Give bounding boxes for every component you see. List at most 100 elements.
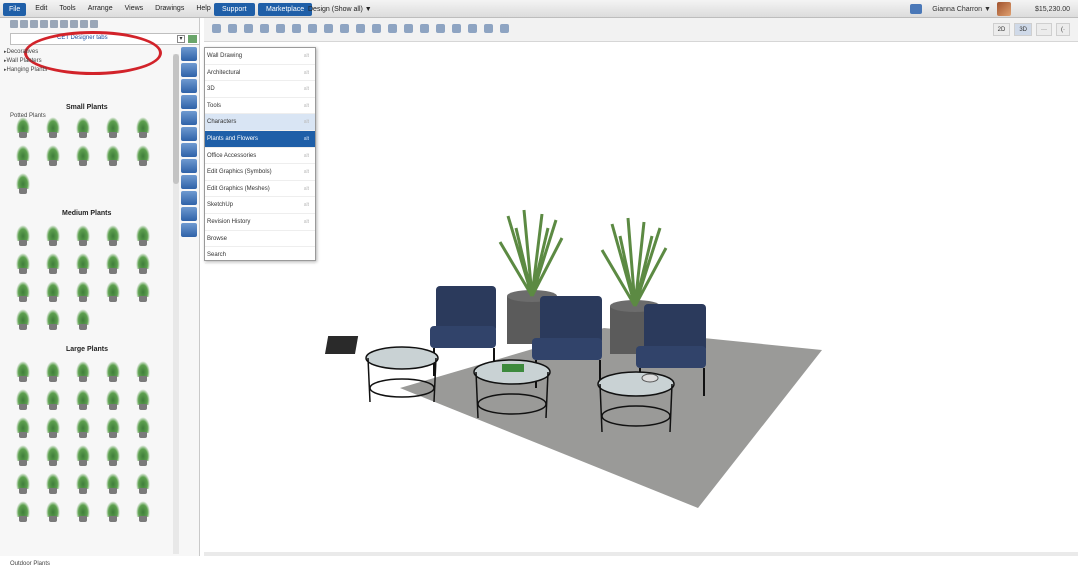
plant-thumbnail[interactable] bbox=[134, 250, 152, 274]
3d-canvas[interactable] bbox=[204, 42, 1078, 556]
zoom-in-icon[interactable] bbox=[260, 24, 269, 33]
rotate-icon[interactable] bbox=[324, 24, 333, 33]
tab-icon[interactable] bbox=[181, 175, 197, 189]
dropdown-item[interactable]: Revision History alt bbox=[205, 214, 315, 231]
plant-thumbnail[interactable] bbox=[14, 498, 32, 522]
tree-item[interactable]: Decoratives bbox=[4, 48, 184, 57]
plant-thumbnail[interactable] bbox=[134, 442, 152, 466]
plant-thumbnail[interactable] bbox=[74, 250, 92, 274]
view-3d-button[interactable]: 3D bbox=[1014, 23, 1032, 36]
plant-thumbnail[interactable] bbox=[134, 358, 152, 382]
plant-thumbnail[interactable] bbox=[134, 278, 152, 302]
plant-thumbnail[interactable] bbox=[14, 414, 32, 438]
plant-thumbnail[interactable] bbox=[44, 114, 62, 138]
plant-thumbnail[interactable] bbox=[44, 414, 62, 438]
tab-icon[interactable] bbox=[181, 223, 197, 237]
zoom-extents-icon[interactable] bbox=[244, 24, 253, 33]
menu-tools[interactable]: Tools bbox=[53, 0, 81, 18]
avatar[interactable] bbox=[996, 2, 1011, 16]
plant-thumbnail[interactable] bbox=[44, 142, 62, 166]
plant-thumbnail[interactable] bbox=[44, 306, 62, 330]
design-dropdown[interactable]: Design (Show all) ▼ bbox=[308, 3, 372, 16]
eye-icon[interactable] bbox=[340, 24, 349, 33]
tab-icon[interactable] bbox=[181, 127, 197, 141]
marketplace-button[interactable]: Marketplace bbox=[258, 3, 313, 16]
plant-thumbnail[interactable] bbox=[44, 386, 62, 410]
plant-thumbnail[interactable] bbox=[14, 442, 32, 466]
copy-icon[interactable] bbox=[60, 20, 68, 28]
plant-thumbnail[interactable] bbox=[44, 358, 62, 382]
plant-thumbnail[interactable] bbox=[74, 306, 92, 330]
plant-thumbnail[interactable] bbox=[104, 386, 122, 410]
new-icon[interactable] bbox=[10, 20, 18, 28]
dropdown-item[interactable]: Search bbox=[205, 247, 315, 264]
dropdown-item[interactable]: Tools alt bbox=[205, 98, 315, 115]
plant-thumbnail[interactable] bbox=[104, 470, 122, 494]
dropdown-item[interactable]: SketchUp alt bbox=[205, 197, 315, 214]
zoom-window-icon[interactable] bbox=[228, 24, 237, 33]
dropdown-item[interactable]: Edit Graphics (Meshes) alt bbox=[205, 181, 315, 198]
redo-icon[interactable] bbox=[90, 20, 98, 28]
plant-thumbnail[interactable] bbox=[74, 470, 92, 494]
camera-icon[interactable] bbox=[292, 24, 301, 33]
menu-drawings[interactable]: Drawings bbox=[149, 0, 190, 18]
plant-thumbnail[interactable] bbox=[74, 414, 92, 438]
plant-thumbnail[interactable] bbox=[44, 470, 62, 494]
light-icon[interactable] bbox=[356, 24, 365, 33]
plant-thumbnail[interactable] bbox=[14, 358, 32, 382]
menu-file[interactable]: File bbox=[3, 2, 27, 16]
plant-thumbnail[interactable] bbox=[74, 386, 92, 410]
plant-thumbnail[interactable] bbox=[14, 278, 32, 302]
tab-icon[interactable] bbox=[181, 207, 197, 221]
menu-edit[interactable]: Edit bbox=[29, 0, 53, 18]
plant-thumbnail[interactable] bbox=[44, 498, 62, 522]
open-icon[interactable] bbox=[20, 20, 28, 28]
dropdown-item[interactable]: Characters alt bbox=[205, 114, 315, 131]
dropdown-item[interactable]: Plants and Flowers alt bbox=[205, 130, 315, 148]
plant-thumbnail[interactable] bbox=[44, 222, 62, 246]
print-icon[interactable] bbox=[40, 20, 48, 28]
plant-thumbnail[interactable] bbox=[134, 414, 152, 438]
render-icon[interactable] bbox=[308, 24, 317, 33]
tab-icon[interactable] bbox=[181, 95, 197, 109]
tree-item[interactable]: Wall Planters bbox=[4, 57, 184, 66]
project-icon[interactable] bbox=[910, 4, 923, 14]
plant-thumbnail[interactable] bbox=[134, 470, 152, 494]
plant-thumbnail[interactable] bbox=[134, 222, 152, 246]
plant-thumbnail[interactable] bbox=[104, 114, 122, 138]
plant-thumbnail[interactable] bbox=[14, 170, 32, 194]
undo-icon[interactable] bbox=[80, 20, 88, 28]
chevron-down-icon[interactable]: ▾ bbox=[177, 35, 185, 43]
tab-icon[interactable] bbox=[181, 191, 197, 205]
tree-item[interactable]: Hanging Plants bbox=[4, 66, 184, 75]
plant-thumbnail[interactable] bbox=[104, 142, 122, 166]
tab-icon[interactable] bbox=[181, 47, 197, 61]
plant-thumbnail[interactable] bbox=[14, 222, 32, 246]
plant-thumbnail[interactable] bbox=[74, 498, 92, 522]
menu-arrange[interactable]: Arrange bbox=[82, 0, 119, 18]
tree-item-outdoor[interactable]: Outdoor Plants bbox=[10, 561, 50, 567]
plant-thumbnail[interactable] bbox=[44, 278, 62, 302]
plant-thumbnail[interactable] bbox=[44, 442, 62, 466]
plant-thumbnail[interactable] bbox=[74, 114, 92, 138]
paste-icon[interactable] bbox=[70, 20, 78, 28]
plant-thumbnail[interactable] bbox=[134, 114, 152, 138]
plant-thumbnail[interactable] bbox=[104, 222, 122, 246]
dropdown-item[interactable]: Architectural alt bbox=[205, 65, 315, 82]
user-name[interactable]: Gianna Charron ▼ bbox=[932, 6, 991, 13]
plant-thumbnail[interactable] bbox=[104, 250, 122, 274]
plant-thumbnail[interactable] bbox=[104, 442, 122, 466]
plant-thumbnail[interactable] bbox=[74, 442, 92, 466]
plant-thumbnail[interactable] bbox=[134, 142, 152, 166]
tab-icon[interactable] bbox=[181, 111, 197, 125]
plant-thumbnail[interactable] bbox=[74, 142, 92, 166]
support-button[interactable]: Support bbox=[214, 3, 255, 16]
tab-icon[interactable] bbox=[181, 79, 197, 93]
delete-icon[interactable] bbox=[452, 24, 461, 33]
view-option-button[interactable]: (· bbox=[1056, 23, 1070, 36]
plant-thumbnail[interactable] bbox=[44, 250, 62, 274]
plant-thumbnail[interactable] bbox=[74, 222, 92, 246]
zoom-out-icon[interactable] bbox=[276, 24, 285, 33]
plant-thumbnail[interactable] bbox=[14, 470, 32, 494]
cut-icon[interactable] bbox=[50, 20, 58, 28]
